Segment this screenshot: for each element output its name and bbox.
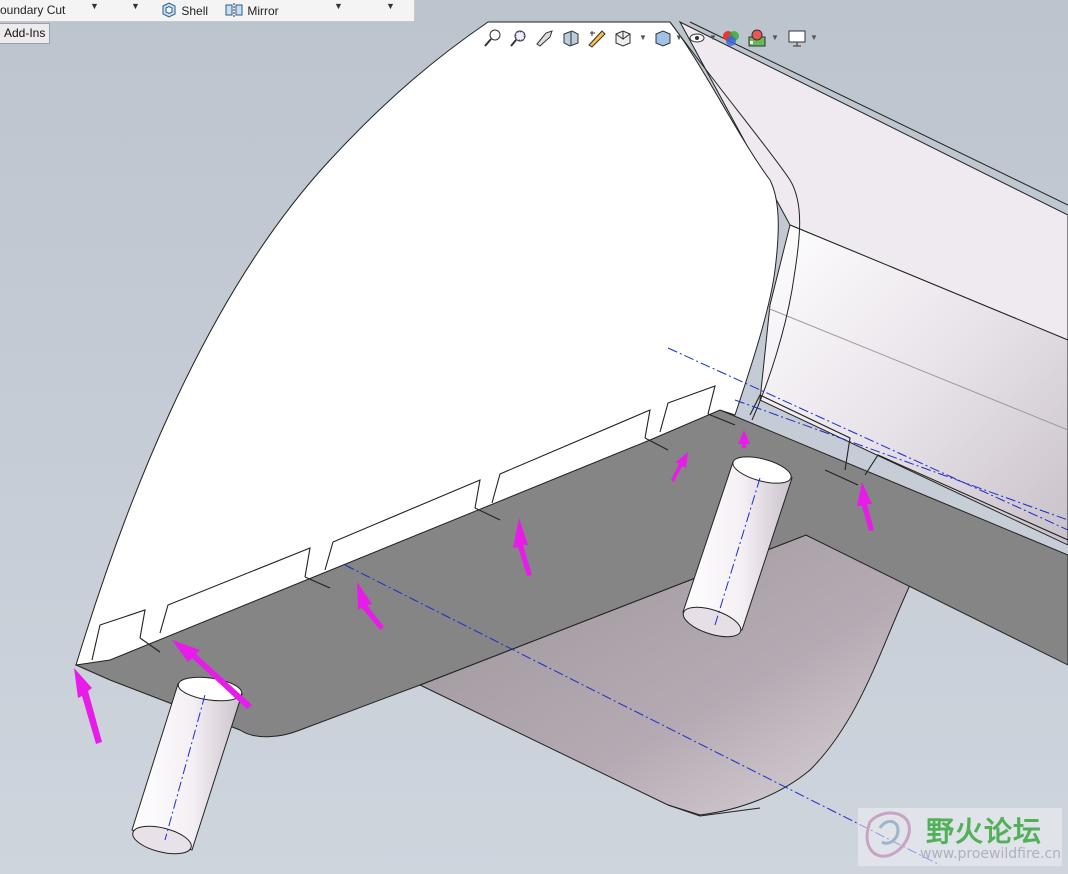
dropdown-arrow-icon[interactable]: ▼ (771, 33, 779, 42)
sheet-metal-model[interactable] (0, 0, 1068, 874)
section-view-icon[interactable] (560, 27, 582, 49)
zoom-to-area-icon[interactable] (508, 27, 530, 49)
heads-up-view-toolbar: ▼ ▼ ▼ ▼ ▼ (482, 27, 834, 51)
mirror-icon (225, 3, 243, 17)
previous-view-icon[interactable] (534, 27, 556, 49)
dropdown-arrow-icon[interactable]: ▼ (386, 1, 395, 11)
arrow-1 (74, 668, 102, 744)
shell-label: Shell (181, 4, 209, 18)
shell-icon (162, 2, 176, 18)
forum-watermark: 野火论坛 www.proewildfire.cn (858, 808, 1062, 866)
dropdown-arrow-icon[interactable]: ▼ (131, 1, 140, 11)
view-settings-icon[interactable] (786, 27, 808, 49)
zoom-to-fit-icon[interactable] (482, 27, 504, 49)
apply-scene-icon[interactable] (746, 27, 768, 49)
view-orientation-icon[interactable] (612, 27, 634, 49)
mirror-button[interactable]: Mirror (224, 2, 279, 18)
tab-add-ins[interactable]: Add-Ins (0, 23, 51, 44)
edit-appearance-icon[interactable] (720, 27, 742, 49)
dropdown-arrow-icon[interactable]: ▼ (810, 33, 818, 42)
watermark-title: 野火论坛 (926, 815, 1043, 848)
boundary-cut-button[interactable]: oundary Cut (0, 2, 65, 18)
shell-button[interactable]: Shell (160, 2, 208, 18)
graphics-viewport[interactable]: oundary Cut ▼ ▼ Shell Mirror ▼ ▼ Add-Ins (0, 0, 1068, 874)
dropdown-arrow-icon[interactable]: ▼ (639, 33, 647, 42)
shaft-left (131, 676, 243, 855)
hide-show-items-icon[interactable] (686, 27, 708, 49)
dropdown-arrow-icon[interactable]: ▼ (709, 33, 717, 42)
dropdown-arrow-icon[interactable]: ▼ (90, 1, 99, 11)
dynamic-annotation-icon[interactable] (586, 27, 608, 49)
dropdown-arrow-icon[interactable]: ▼ (334, 1, 343, 11)
watermark-url: www.proewildfire.cn (920, 846, 1062, 862)
command-ribbon: oundary Cut ▼ ▼ Shell Mirror ▼ ▼ (0, 0, 415, 22)
dropdown-arrow-icon[interactable]: ▼ (675, 33, 683, 42)
display-style-icon[interactable] (652, 27, 674, 49)
watermark-logo-icon (865, 811, 911, 858)
mirror-label: Mirror (247, 4, 279, 18)
